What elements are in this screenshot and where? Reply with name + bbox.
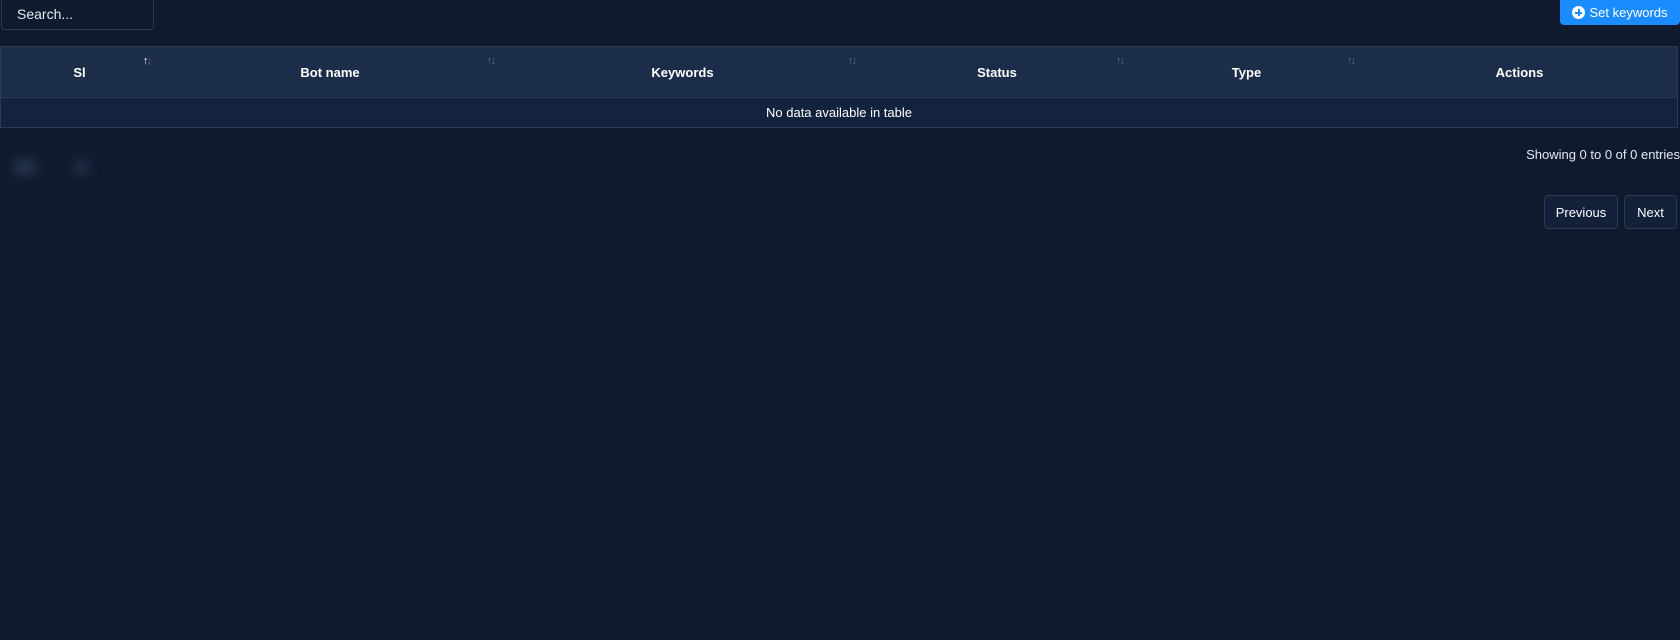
set-keywords-button[interactable]: Set keywords	[1560, 0, 1680, 25]
sort-icon: ↑↓	[1116, 55, 1125, 67]
column-header-type[interactable]: Type ↑↓	[1131, 46, 1362, 98]
column-header-status[interactable]: Status ↑↓	[863, 46, 1131, 98]
column-header-actions: Actions	[1362, 46, 1678, 98]
column-header-bot-name[interactable]: Bot name ↑↓	[158, 46, 502, 98]
column-header-keywords[interactable]: Keywords ↑↓	[502, 46, 863, 98]
table-row: No data available in table	[0, 97, 1678, 128]
column-label: Actions	[1495, 64, 1544, 80]
keywords-table: Sl ↑↓ Bot name ↑↓ Keywords ↑↓ Status ↑↓ …	[0, 46, 1678, 128]
set-keywords-label: Set keywords	[1589, 5, 1668, 20]
table-header-row: Sl ↑↓ Bot name ↑↓ Keywords ↑↓ Status ↑↓ …	[0, 46, 1678, 98]
table-info-text: Showing 0 to 0 of 0 entries	[1526, 147, 1680, 162]
column-label: Sl	[73, 64, 86, 80]
column-label: Type	[1231, 64, 1262, 80]
column-label: Bot name	[300, 64, 360, 80]
sort-icon: ↑↓	[1347, 55, 1356, 67]
plus-circle-icon	[1572, 6, 1586, 19]
sort-ascending-icon: ↑↓	[143, 55, 152, 67]
column-label: Status	[977, 64, 1017, 80]
search-input[interactable]	[1, 0, 154, 30]
page: Set keywords Sl ↑↓ Bot name ↑↓ Keywords …	[0, 0, 1680, 640]
blurred-length-selector	[6, 152, 96, 182]
sort-icon: ↑↓	[487, 55, 496, 67]
column-label: Keywords	[651, 64, 714, 80]
empty-table-message: No data available in table	[0, 97, 1678, 128]
sort-icon: ↑↓	[848, 55, 857, 67]
previous-page-button[interactable]: Previous	[1544, 195, 1618, 229]
column-header-sl[interactable]: Sl ↑↓	[0, 46, 158, 98]
next-page-button[interactable]: Next	[1624, 195, 1677, 229]
